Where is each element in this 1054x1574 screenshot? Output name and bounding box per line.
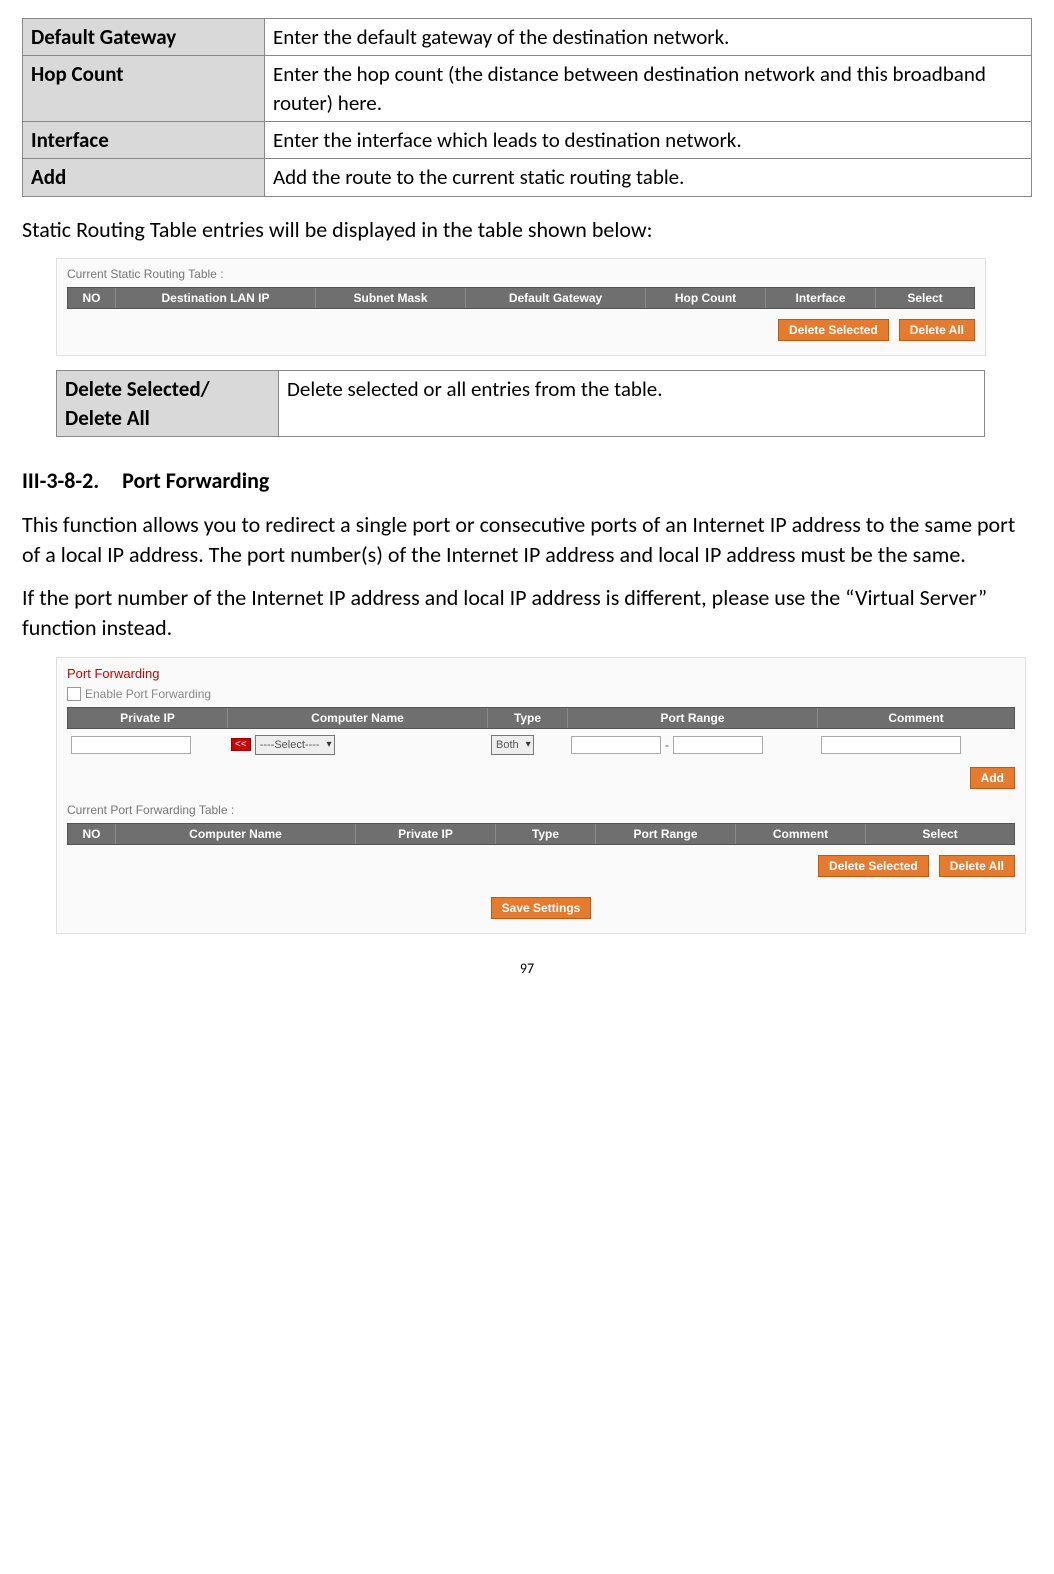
row-label: Interface [23,122,265,159]
col-no: NO [68,288,116,308]
col-comment: Comment [818,708,1014,728]
col-no: NO [68,824,116,844]
row-desc: Delete selected or all entries from the … [279,371,985,437]
paragraph: This function allows you to redirect a s… [22,510,1032,569]
section-title-text: Port Forwarding [122,467,269,494]
col-type: Type [496,824,596,844]
table-row: Hop Count Enter the hop count (the dista… [23,56,1032,122]
col-computer-name: Computer Name [116,824,356,844]
col-dest-lan-ip: Destination LAN IP [116,288,316,308]
delete-selected-button[interactable]: Delete Selected [778,319,889,341]
col-select: Select [866,824,1014,844]
col-computer-name: Computer Name [228,708,488,728]
row-label: Hop Count [23,56,265,122]
page-number: 97 [22,960,1032,977]
paragraph: Static Routing Table entries will be dis… [22,215,1032,245]
port-range-end-input[interactable] [673,736,763,754]
table-row: Delete Selected/ Delete All Delete selec… [57,371,985,437]
range-dash: - [665,738,669,752]
static-routing-panel: Current Static Routing Table : NO Destin… [56,258,986,356]
col-private-ip: Private IP [68,708,228,728]
col-private-ip: Private IP [356,824,496,844]
panel-title: Port Forwarding [67,666,1015,681]
panel-subtitle: Current Port Forwarding Table : [67,803,1015,817]
col-default-gateway: Default Gateway [466,288,646,308]
computer-name-select[interactable]: ----Select---- [255,735,335,755]
table-row: Interface Enter the interface which lead… [23,122,1032,159]
assign-icon[interactable]: << [231,738,251,751]
type-select[interactable]: Both [491,735,534,755]
col-hop-count: Hop Count [646,288,766,308]
port-range-start-input[interactable] [571,736,661,754]
row-desc: Enter the hop count (the distance betwee… [265,56,1032,122]
section-number: III-3-8-2. [22,467,99,494]
col-port-range: Port Range [596,824,736,844]
row-label: Add [23,159,265,196]
comment-input[interactable] [821,736,961,754]
routing-table-header: NO Destination LAN IP Subnet Mask Defaul… [67,287,975,309]
enable-checkbox[interactable] [67,687,81,701]
private-ip-input[interactable] [71,736,191,754]
row-label: Delete Selected/ Delete All [57,371,279,437]
enable-label: Enable Port Forwarding [85,687,211,701]
paragraph: If the port number of the Internet IP ad… [22,583,1032,642]
port-forwarding-input-row: << ----Select---- Both - [67,733,1015,757]
row-label: Default Gateway [23,19,265,56]
definitions-table-2: Delete Selected/ Delete All Delete selec… [56,370,985,437]
col-select: Select [876,288,974,308]
col-subnet-mask: Subnet Mask [316,288,466,308]
row-desc: Enter the interface which leads to desti… [265,122,1032,159]
row-desc: Enter the default gateway of the destina… [265,19,1032,56]
col-port-range: Port Range [568,708,818,728]
table-row: Add Add the route to the current static … [23,159,1032,196]
col-interface: Interface [766,288,876,308]
panel-subtitle: Current Static Routing Table : [67,267,975,281]
delete-all-button[interactable]: Delete All [899,319,975,341]
table-row: Default Gateway Enter the default gatewa… [23,19,1032,56]
col-comment: Comment [736,824,866,844]
row-desc: Add the route to the current static rout… [265,159,1032,196]
col-type: Type [488,708,568,728]
enable-port-forwarding-row: Enable Port Forwarding [67,687,1015,701]
port-forwarding-table-header: NO Computer Name Private IP Type Port Ra… [67,823,1015,845]
save-settings-button[interactable]: Save Settings [491,897,592,919]
add-button[interactable]: Add [970,767,1015,789]
delete-all-button[interactable]: Delete All [939,855,1015,877]
port-forwarding-panel: Port Forwarding Enable Port Forwarding P… [56,657,1026,934]
port-forwarding-input-header: Private IP Computer Name Type Port Range… [67,707,1015,729]
section-heading: III-3-8-2. Port Forwarding [22,467,1032,494]
definitions-table-1: Default Gateway Enter the default gatewa… [22,18,1032,197]
delete-selected-button[interactable]: Delete Selected [818,855,929,877]
